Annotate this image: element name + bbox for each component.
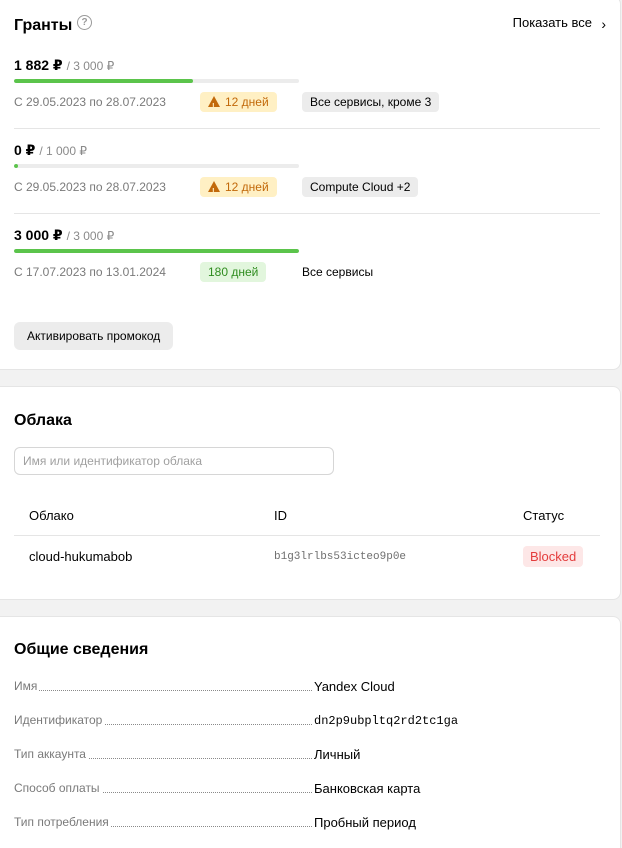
- grant-days-badge: 12 дней: [200, 177, 277, 202]
- divider: [14, 213, 600, 214]
- column-header-cloud[interactable]: Облако: [29, 508, 74, 523]
- status-badge: Blocked: [523, 546, 584, 567]
- info-label: Способ оплаты: [14, 781, 102, 795]
- grant-spent: 1 882 ₽: [14, 57, 63, 73]
- grant-days-label: 12 дней: [225, 95, 269, 109]
- general-info-title: Общие сведения: [14, 641, 149, 658]
- grant-total: / 3 000 ₽: [66, 59, 115, 73]
- general-info-card: Общие сведения Имя Yandex Cloud Идентифи…: [0, 616, 621, 848]
- grant-total: / 3 000 ₽: [66, 229, 115, 243]
- grant-spent: 3 000 ₽: [14, 227, 63, 243]
- grant-progress-bar: [14, 164, 299, 168]
- show-all-link[interactable]: Показать все: [513, 15, 592, 30]
- grant-amount: 0 ₽ / 1 000 ₽: [14, 142, 600, 160]
- info-row-consumption-type: Тип потребления Пробный период: [14, 815, 600, 833]
- grant-days-badge: 180 дней: [200, 262, 267, 282]
- grant-scope: Все сервисы: [302, 265, 374, 279]
- grant-progress-fill: [14, 79, 193, 83]
- grant-amount: 3 000 ₽ / 3 000 ₽: [14, 227, 600, 245]
- grant-dates: С 29.05.2023 по 28.07.2023: [14, 95, 166, 109]
- grant-progress-bar: [14, 79, 299, 83]
- clouds-card: Облака Облако ID Статус cloud-hukumabob …: [0, 386, 621, 600]
- grant-dates: С 29.05.2023 по 28.07.2023: [14, 180, 166, 194]
- grant-days-label: 12 дней: [225, 180, 269, 194]
- info-value: Банковская карта: [314, 781, 421, 796]
- activate-promo-button[interactable]: Активировать промокод: [14, 322, 174, 350]
- info-value: dn2p9ubpltq2rd2tc1ga: [314, 714, 459, 728]
- info-value: Пробный период: [314, 815, 416, 830]
- chevron-right-icon[interactable]: ›: [601, 16, 606, 32]
- help-icon[interactable]: ?: [77, 15, 92, 30]
- warning-icon: [208, 181, 220, 202]
- grant-item: 1 882 ₽ / 3 000 ₽ С 29.05.2023 по 28.07.…: [14, 57, 600, 117]
- info-label: Имя: [14, 679, 40, 693]
- table-divider: [14, 535, 600, 536]
- grants-title: Гранты: [14, 17, 73, 34]
- column-header-status[interactable]: Статус: [523, 508, 564, 523]
- clouds-title: Облака: [14, 412, 72, 429]
- column-header-id[interactable]: ID: [274, 508, 287, 523]
- grants-card: Гранты ? Показать все › 1 882 ₽ / 3 000 …: [0, 0, 621, 370]
- grant-days-badge: 12 дней: [200, 92, 277, 117]
- warning-icon: [208, 96, 220, 117]
- grant-progress-fill: [14, 164, 18, 168]
- grant-progress-bar: [14, 249, 299, 253]
- grant-total: / 1 000 ₽: [39, 144, 87, 158]
- info-row-name: Имя Yandex Cloud: [14, 679, 600, 697]
- cloud-id-cell: b1g3lrlbs53icteo9p0e: [274, 551, 407, 563]
- info-label: Тип потребления: [14, 815, 111, 829]
- grant-spent: 0 ₽: [14, 142, 36, 158]
- info-row-account-type: Тип аккаунта Личный: [14, 747, 600, 765]
- divider: [14, 128, 600, 129]
- cloud-search-input[interactable]: [14, 447, 334, 475]
- grant-dates: С 17.07.2023 по 13.01.2024: [14, 265, 166, 279]
- cloud-name-cell[interactable]: cloud-hukumabob: [29, 549, 132, 564]
- dotted-leader: [14, 690, 312, 691]
- info-row-payment-method: Способ оплаты Банковская карта: [14, 781, 600, 799]
- grant-progress-fill: [14, 249, 299, 253]
- info-value: Yandex Cloud: [314, 679, 395, 694]
- info-row-id: Идентификатор dn2p9ubpltq2rd2tc1ga: [14, 713, 600, 731]
- grant-scope[interactable]: Все сервисы, кроме 3: [302, 92, 440, 112]
- grant-amount: 1 882 ₽ / 3 000 ₽: [14, 57, 600, 75]
- grant-item: 3 000 ₽ / 3 000 ₽ С 17.07.2023 по 13.01.…: [14, 227, 600, 282]
- info-label: Идентификатор: [14, 713, 105, 727]
- grant-scope[interactable]: Compute Cloud +2: [302, 177, 419, 197]
- info-value: Личный: [314, 747, 361, 762]
- grant-item: 0 ₽ / 1 000 ₽ С 29.05.2023 по 28.07.2023…: [14, 142, 600, 202]
- info-label: Тип аккаунта: [14, 747, 88, 761]
